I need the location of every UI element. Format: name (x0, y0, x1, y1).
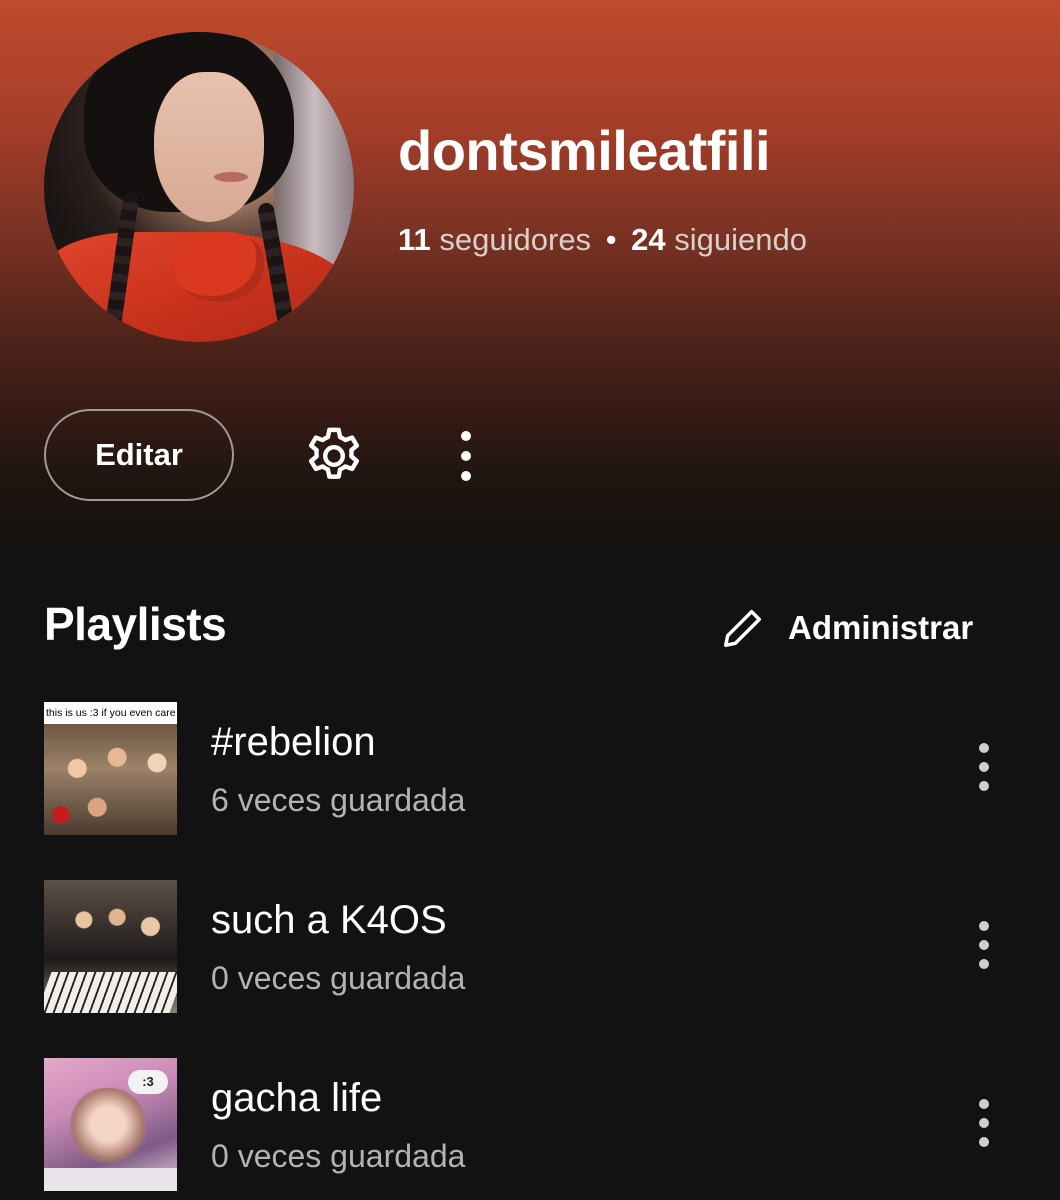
playlist-cover: this is us :3 if you even care >_<!! (44, 702, 177, 835)
cover-image (70, 1088, 146, 1168)
followers-count[interactable]: 11 (398, 222, 431, 257)
cover-caption: this is us :3 if you even care >_<!! (44, 702, 177, 724)
manage-playlists-button[interactable]: Administrar (720, 603, 973, 653)
following-label[interactable]: siguiendo (674, 222, 807, 257)
playlists-heading: Playlists (44, 598, 227, 650)
playlist-title: gacha life (211, 1076, 383, 1120)
avatar-bow (174, 232, 264, 302)
playlist-item[interactable]: such a K4OS 0 veces guardada (44, 880, 1034, 1014)
playlist-title: #rebelion (211, 720, 376, 764)
playlist-cover (44, 880, 177, 1013)
avatar-face (154, 72, 264, 222)
cover-bar (44, 1168, 177, 1191)
edit-profile-button[interactable]: Editar (44, 409, 234, 501)
playlist-more-button[interactable] (964, 1088, 1004, 1158)
cover-decoration (52, 806, 70, 824)
followers-label[interactable]: seguidores (439, 222, 591, 257)
playlist-item[interactable]: :3 gacha life 0 veces guardada (44, 1058, 1034, 1192)
cover-image (44, 972, 177, 1013)
playlist-saves: 0 veces guardada (211, 960, 466, 996)
cover-caption: :3 (128, 1070, 168, 1094)
more-vertical-icon (979, 743, 989, 791)
gear-icon (308, 427, 360, 479)
more-vertical-icon (461, 431, 471, 481)
profile-more-button[interactable] (444, 425, 488, 487)
profile-stats: 11 seguidores • 24 siguiendo (398, 222, 807, 258)
settings-button[interactable] (298, 420, 370, 492)
more-vertical-icon (979, 921, 989, 969)
stats-separator: • (605, 222, 617, 257)
playlist-more-button[interactable] (964, 910, 1004, 980)
avatar[interactable] (44, 32, 354, 342)
profile-page: dontsmileatfili 11 seguidores • 24 sigui… (0, 0, 1060, 1200)
more-vertical-icon (979, 1099, 989, 1147)
playlist-saves: 0 veces guardada (211, 1138, 466, 1174)
playlist-item[interactable]: this is us :3 if you even care >_<!! #re… (44, 702, 1034, 836)
playlist-cover: :3 (44, 1058, 177, 1191)
playlist-title: such a K4OS (211, 898, 447, 942)
avatar-lips (214, 172, 248, 182)
profile-username: dontsmileatfili (398, 119, 771, 182)
manage-label: Administrar (788, 609, 974, 646)
following-count[interactable]: 24 (631, 222, 665, 257)
playlist-more-button[interactable] (964, 732, 1004, 802)
pencil-icon (724, 609, 762, 647)
playlist-saves: 6 veces guardada (211, 782, 466, 818)
